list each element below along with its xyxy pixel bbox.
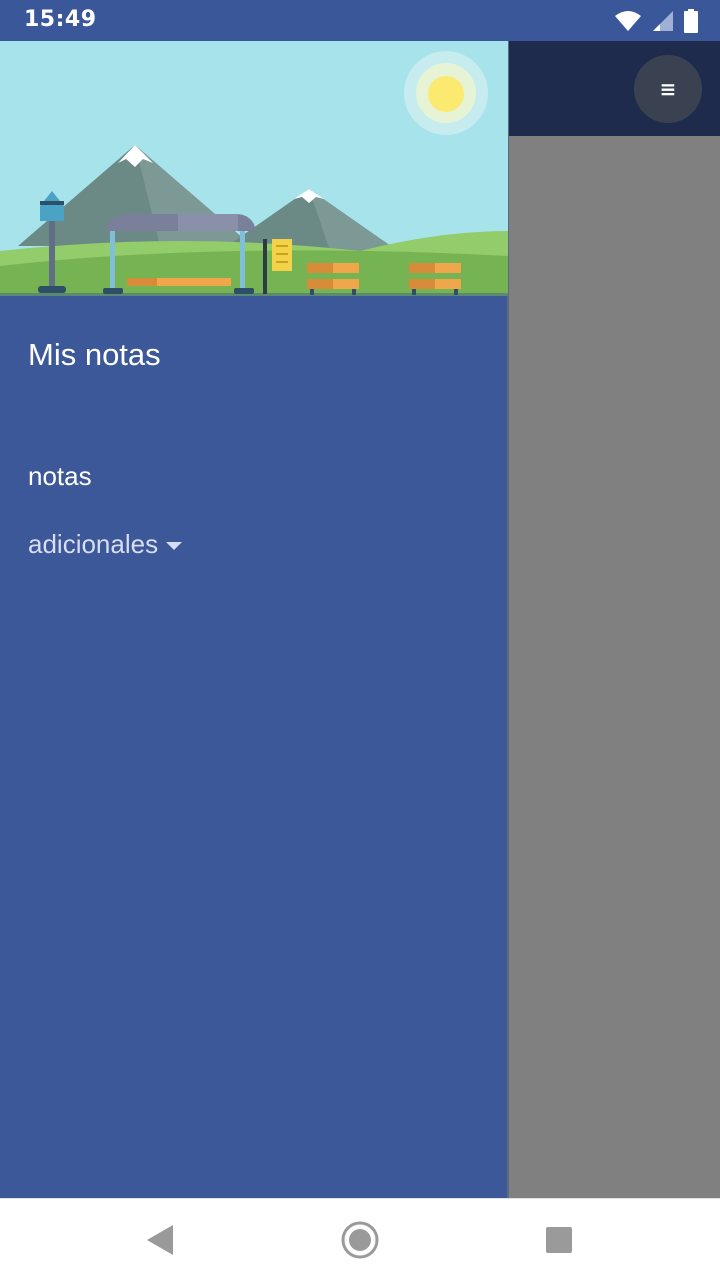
recents-icon[interactable] [546, 1227, 572, 1253]
drawer-title: Mis notas [28, 337, 161, 372]
system-navigation-bar [0, 1198, 720, 1280]
dropdown-caret-icon [166, 541, 183, 550]
signal-icon [653, 11, 673, 31]
nav-item-adicionales[interactable]: adicionales [28, 529, 183, 560]
status-bar: 15:49 [0, 0, 720, 41]
drawer-scrim[interactable] [509, 136, 720, 1198]
back-icon[interactable] [145, 1223, 175, 1257]
nav-item-label: adicionales [28, 529, 159, 559]
home-icon[interactable] [340, 1220, 380, 1260]
drawer-header-image [0, 41, 508, 296]
status-time: 15:49 [24, 7, 97, 32]
navigation-drawer: Mis notas notas adicionales [0, 41, 509, 1198]
hamburger-menu-icon[interactable]: ≡ [634, 55, 702, 123]
status-icons [614, 8, 698, 34]
wifi-icon [615, 11, 641, 31]
nav-item-label: notas [28, 461, 92, 491]
battery-icon [684, 9, 698, 33]
nav-item-notas[interactable]: notas [28, 461, 92, 492]
